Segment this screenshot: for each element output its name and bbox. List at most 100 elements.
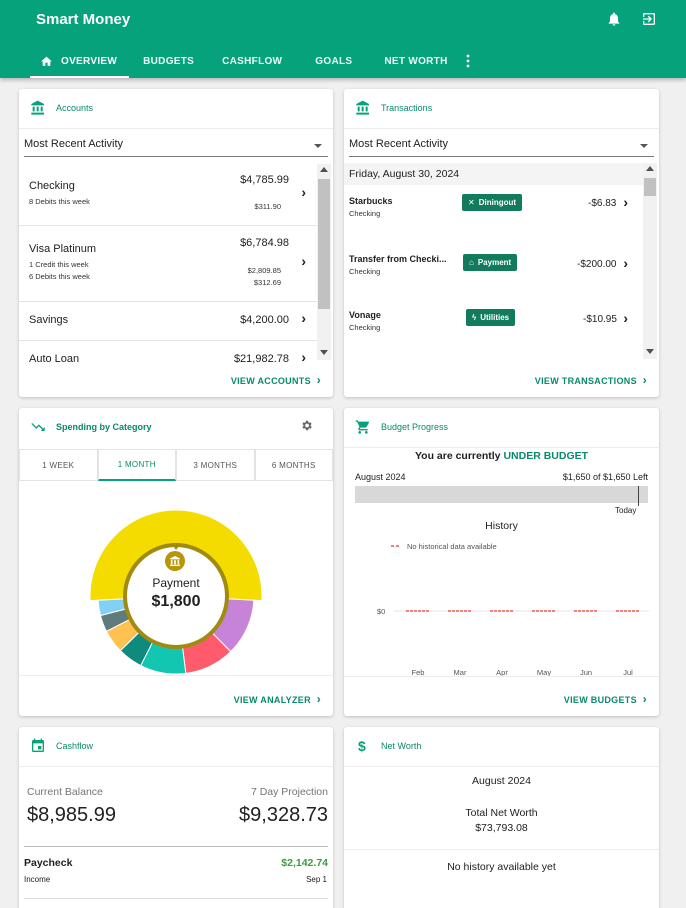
- account-name: Savings: [29, 314, 69, 326]
- scroll-down-arrow-icon[interactable]: [320, 350, 328, 355]
- account-row[interactable]: Checking 8 Debits this week $4,785.99 $3…: [19, 164, 317, 226]
- scroll-down-arrow-icon[interactable]: [646, 349, 654, 354]
- chevron-right-icon: ›: [623, 310, 628, 326]
- period-tab-1-week[interactable]: 1 WEEK: [19, 449, 98, 481]
- budget-month: August 2024: [355, 472, 406, 482]
- chevron-right-icon: ›: [316, 692, 321, 706]
- tab-label: CASHFLOW: [222, 55, 283, 67]
- cashflow-item-row[interactable]: Paycheck Income $2,142.74 Sep 1: [19, 847, 333, 887]
- accounts-list: Checking 8 Debits this week $4,785.99 $3…: [19, 164, 333, 364]
- home-icon: [41, 56, 52, 66]
- logout-icon[interactable]: [641, 11, 657, 27]
- scroll-up-arrow-icon[interactable]: [320, 167, 328, 172]
- bank-icon: ⌂: [469, 258, 474, 267]
- period-tab-1-month[interactable]: 1 MONTH: [97, 449, 176, 481]
- more-vert-icon: [466, 54, 470, 68]
- networth-month: August 2024: [472, 775, 531, 787]
- account-debits-amount: $311.90: [254, 202, 281, 211]
- current-balance-value: $8,985.99: [27, 804, 116, 826]
- budget-card: Budget Progress You are currently UNDER …: [344, 408, 659, 716]
- bell-icon[interactable]: [606, 11, 622, 27]
- dropdown-caret-icon: [640, 144, 648, 148]
- calendar-icon: [32, 738, 44, 752]
- accounts-scrollbar[interactable]: [317, 164, 331, 360]
- transaction-amount: -$6.83: [588, 198, 617, 209]
- tab-goals[interactable]: GOALS: [296, 44, 371, 78]
- bank-icon: [356, 100, 369, 115]
- y-tick-label: $0: [377, 607, 385, 616]
- account-balance: $21,982.78: [233, 353, 289, 364]
- more-menu-button[interactable]: [461, 44, 475, 78]
- networth-history-note: No history available yet: [447, 861, 556, 873]
- card-title: Cashflow: [56, 741, 94, 751]
- accounts-filter-select[interactable]: Most Recent Activity: [24, 135, 328, 157]
- app-title: Smart Money: [36, 11, 131, 28]
- dropdown-caret-icon: [314, 144, 322, 148]
- view-accounts-link[interactable]: VIEW ACCOUNTS ›: [231, 373, 321, 387]
- status-value: UNDER BUDGET: [503, 450, 589, 462]
- tab-budgets[interactable]: BUDGETS: [129, 44, 208, 78]
- networth-header: $ Net Worth: [344, 727, 659, 767]
- chevron-right-icon: ›: [642, 692, 647, 706]
- tab-cashflow[interactable]: CASHFLOW: [208, 44, 296, 78]
- current-balance-label: Current Balance: [27, 786, 103, 798]
- select-value: Most Recent Activity: [24, 138, 124, 150]
- transaction-account: Checking: [349, 209, 381, 218]
- chevron-right-icon: ›: [623, 194, 628, 210]
- chevron-right-icon: ›: [301, 310, 306, 326]
- period-tab-6-months[interactable]: 6 MONTHS: [254, 449, 333, 481]
- divider: [19, 675, 333, 676]
- divider: [24, 898, 328, 899]
- accounts-card: Accounts Most Recent Activity Checking 8…: [19, 89, 333, 397]
- transaction-row[interactable]: Vonage Checking ϟ Utilities -$10.95 ›: [344, 299, 642, 356]
- transaction-row[interactable]: Transfer from Checki... Checking ⌂ Payme…: [344, 242, 642, 299]
- cashflow-card: Cashflow Current Balance $8,985.99 7 Day…: [19, 727, 333, 908]
- account-name: Checking: [29, 180, 75, 192]
- projection-value: $9,328.73: [239, 804, 328, 826]
- tab-overview[interactable]: OVERVIEW: [30, 44, 130, 78]
- tab-net-worth[interactable]: NET WORTH: [371, 44, 460, 78]
- accounts-header: Accounts: [19, 89, 333, 129]
- chevron-right-icon: ›: [316, 373, 321, 387]
- tab-label: OVERVIEW: [61, 55, 118, 67]
- today-marker: [638, 486, 639, 506]
- date-group-header: Friday, August 30, 2024: [344, 163, 643, 185]
- networth-card: $ Net Worth August 2024 Total Net Worth …: [344, 727, 659, 908]
- dollar-icon: $: [358, 738, 366, 754]
- account-activity: 8 Debits this week: [29, 197, 90, 206]
- cashflow-header: Cashflow: [19, 727, 333, 767]
- gear-icon[interactable]: [300, 419, 313, 432]
- card-title: Net Worth: [381, 741, 422, 751]
- divider: [344, 849, 659, 850]
- trending-down-icon: [31, 423, 45, 431]
- period-tab-3-months[interactable]: 3 MONTHS: [176, 449, 255, 481]
- bank-icon: [165, 551, 185, 571]
- category-badge[interactable]: ⌂ Payment: [463, 254, 518, 271]
- account-row[interactable]: Auto Loan $21,982.78 ›: [19, 341, 317, 364]
- transactions-scrollbar[interactable]: [643, 163, 657, 359]
- scroll-up-arrow-icon[interactable]: [646, 166, 654, 171]
- transaction-amount: -$200.00: [577, 259, 617, 270]
- transactions-filter-select[interactable]: Most Recent Activity: [349, 135, 654, 157]
- view-transactions-link[interactable]: VIEW TRANSACTIONS ›: [535, 373, 647, 387]
- fork-knife-icon: ✕: [468, 198, 475, 207]
- scroll-thumb[interactable]: [644, 178, 656, 196]
- select-value: Most Recent Activity: [349, 138, 449, 150]
- category-label: Utilities: [480, 313, 510, 322]
- category-badge[interactable]: ϟ Utilities: [466, 309, 516, 326]
- category-label: Payment: [477, 258, 512, 267]
- history-title: History: [485, 520, 518, 532]
- category-badge[interactable]: ✕ Diningout: [462, 194, 523, 211]
- view-analyzer-link[interactable]: VIEW ANALYZER ›: [234, 692, 321, 706]
- account-name: Auto Loan: [29, 353, 80, 364]
- account-activity: 1 Credit this week: [29, 260, 89, 269]
- today-label: Today: [615, 506, 637, 515]
- scroll-thumb[interactable]: [318, 179, 330, 309]
- view-budgets-link[interactable]: VIEW BUDGETS ›: [564, 692, 647, 706]
- chevron-right-icon: ›: [301, 349, 306, 364]
- transaction-row[interactable]: Starbucks Checking ✕ Diningout -$6.83 ›: [344, 185, 642, 242]
- account-row[interactable]: Savings $4,200.00 ›: [19, 302, 317, 341]
- account-row[interactable]: Visa Platinum 1 Credit this week 6 Debit…: [19, 226, 317, 302]
- tab-label: 3 MONTHS: [193, 460, 238, 470]
- cashflow-item-date: Sep 1: [306, 875, 327, 884]
